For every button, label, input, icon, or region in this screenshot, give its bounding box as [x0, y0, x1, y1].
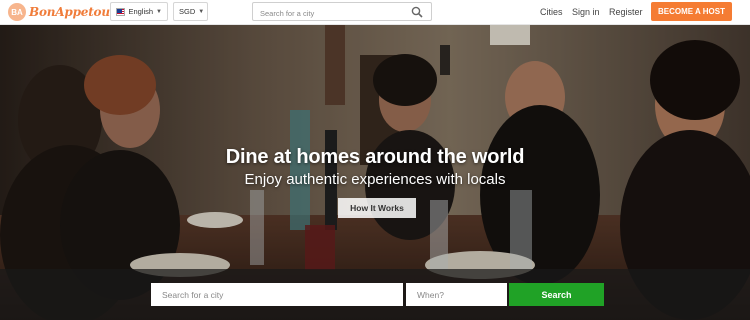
header-search-input[interactable] [253, 5, 403, 22]
hero-section: Dine at homes around the world Enjoy aut… [0, 25, 750, 320]
search-icon[interactable] [411, 6, 423, 18]
nav-register[interactable]: Register [609, 7, 643, 17]
language-label: English [128, 7, 154, 16]
search-button[interactable]: Search [509, 283, 604, 306]
language-selector[interactable]: English ▼ [110, 2, 168, 21]
chevron-down-icon: ▼ [156, 8, 162, 15]
logo-text: BonAppetour [29, 5, 116, 19]
hero-subtitle: Enjoy authentic experiences with locals [244, 171, 506, 188]
header-search [252, 2, 432, 22]
chevron-down-icon: ▼ [198, 8, 205, 15]
how-it-works-button[interactable]: How It Works [338, 198, 416, 218]
date-input[interactable] [406, 283, 507, 306]
currency-label: SGD [179, 7, 196, 16]
currency-selector[interactable]: SGD ▼ [173, 2, 208, 21]
hero-search-bar: Search [0, 269, 750, 320]
logo-badge-icon: BA [8, 3, 26, 21]
top-header: BA BonAppetour English ▼ SGD ▼ Cities Si… [0, 0, 750, 25]
nav-cities[interactable]: Cities [540, 7, 563, 17]
hero-title: Dine at homes around the world [225, 146, 525, 168]
nav-sign-in[interactable]: Sign in [572, 7, 600, 17]
city-search-input[interactable] [151, 283, 403, 306]
site-logo[interactable]: BA BonAppetour [8, 3, 116, 21]
us-flag-icon [116, 7, 126, 16]
become-host-button[interactable]: BECOME A HOST [651, 2, 732, 21]
